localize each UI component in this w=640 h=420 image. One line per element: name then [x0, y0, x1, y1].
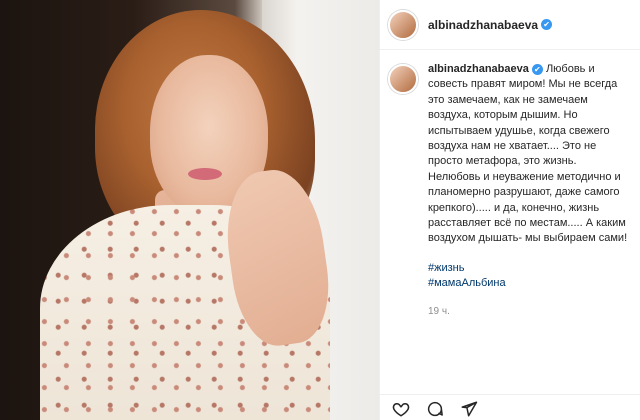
post-timestamp: 19 ч.: [428, 305, 450, 317]
hashtags: #жизнь #мамаАльбина: [428, 261, 640, 292]
verified-badge-icon: ✔: [541, 19, 553, 30]
hashtag-link[interactable]: #жизнь: [428, 261, 640, 276]
photo-lips: [188, 168, 222, 180]
hashtag-link[interactable]: #мамаАльбина: [428, 276, 640, 291]
instagram-post: albinadzhanabaeva ✔ albinadzhanabaeva ✔ Л…: [0, 0, 640, 420]
post-header: albinadzhanabaeva ✔: [380, 0, 640, 50]
post-side-panel: albinadzhanabaeva ✔ albinadzhanabaeva ✔ Л…: [379, 0, 640, 420]
paper-plane-icon: [461, 401, 478, 417]
action-bar: [380, 394, 640, 420]
caption-username[interactable]: albinadzhanabaeva: [428, 63, 529, 75]
comment-button[interactable]: [426, 400, 444, 418]
like-button[interactable]: [392, 400, 410, 418]
share-button[interactable]: [460, 400, 478, 418]
caption-verified-badge-icon: ✔: [531, 63, 543, 75]
caption-text: Любовь и совесть правят миром! Мы не все…: [428, 63, 628, 245]
header-username[interactable]: albinadzhanabaeva: [428, 18, 538, 32]
avatar[interactable]: [388, 9, 418, 40]
caption: albinadzhanabaeva ✔ Любовь и совесть прав…: [380, 50, 640, 247]
caption-avatar[interactable]: [388, 64, 418, 94]
heart-icon: [392, 402, 410, 417]
post-photo[interactable]: [0, 0, 379, 420]
caption-body: albinadzhanabaeva ✔ Любовь и совесть прав…: [428, 62, 630, 247]
comment-icon: [427, 401, 443, 417]
